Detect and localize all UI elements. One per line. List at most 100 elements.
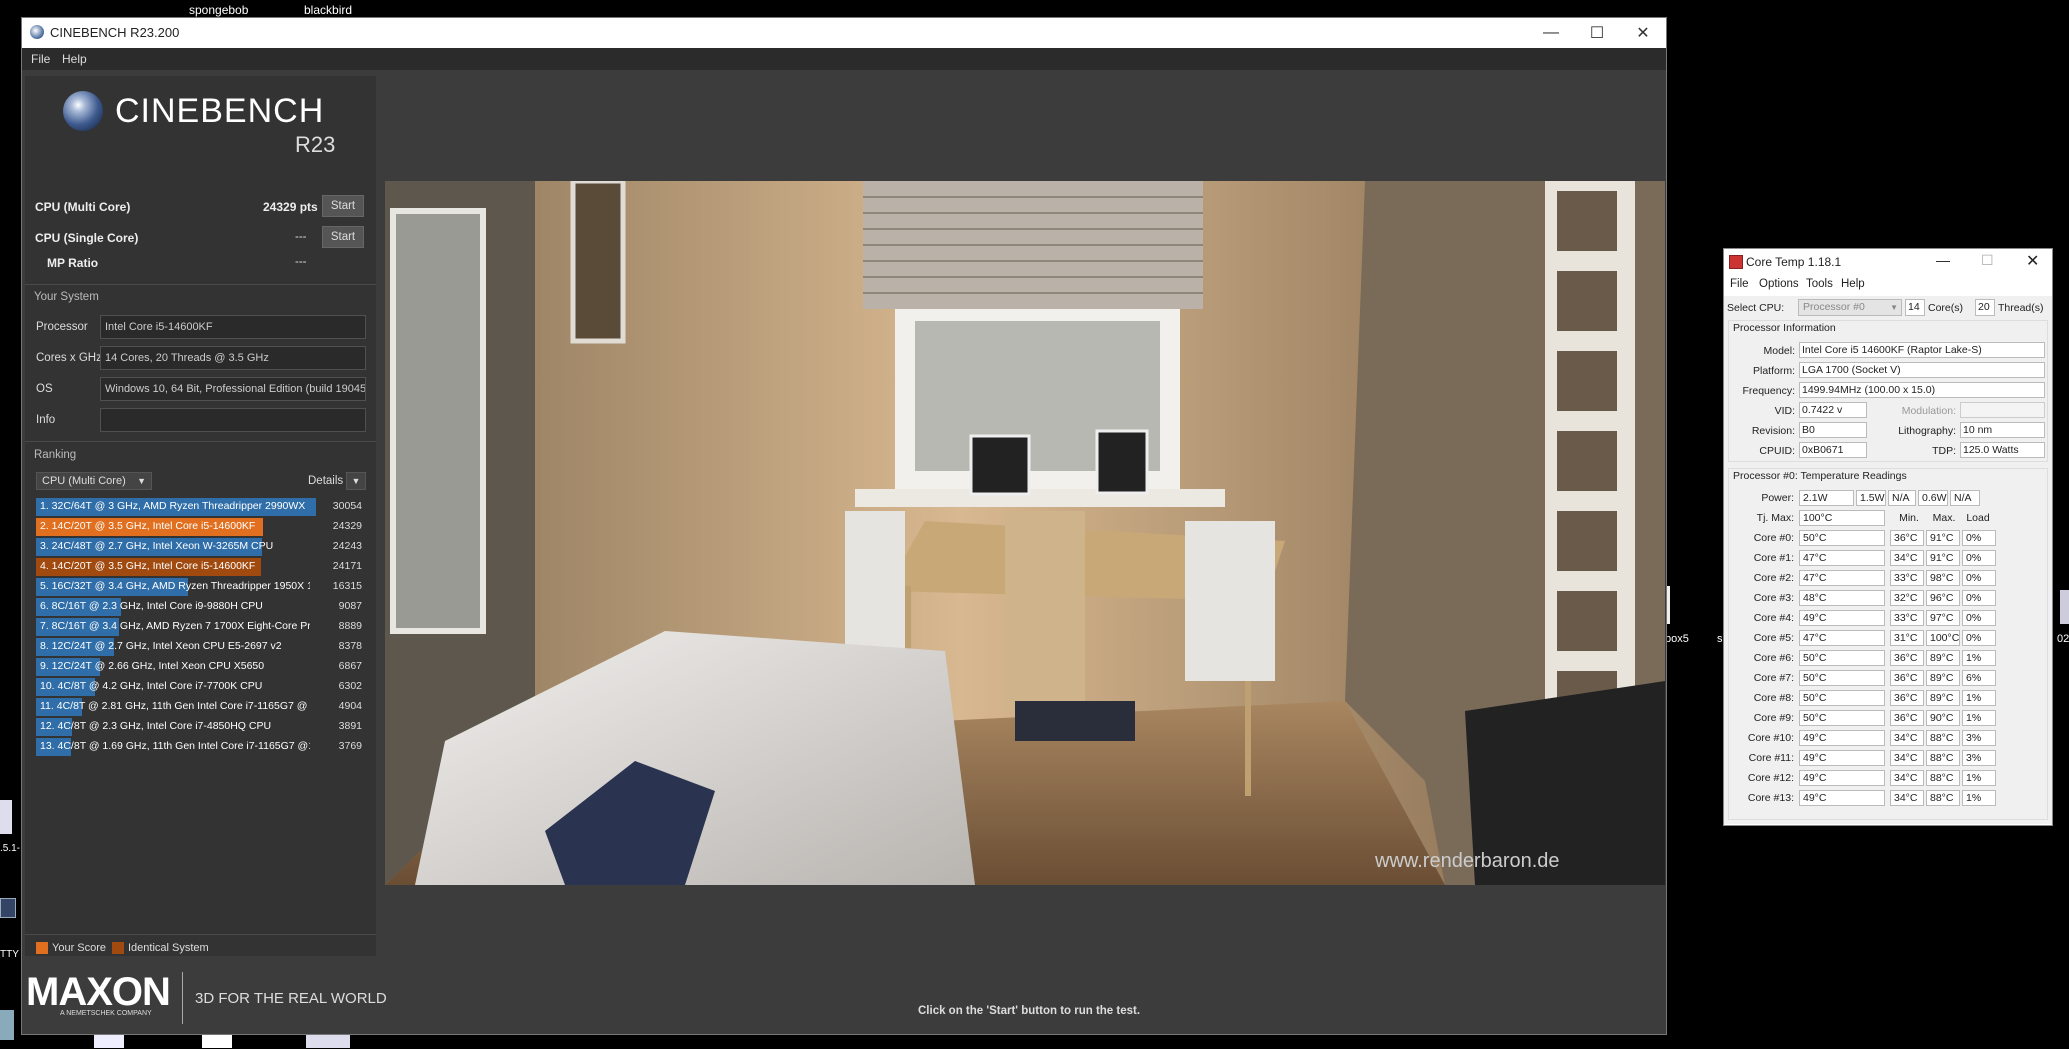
core-min: 34°C [1890, 550, 1924, 566]
ranking-label: 2. 14C/20T @ 3.5 GHz, Intel Core i5-1460… [40, 520, 256, 532]
test-multi-score: 24329 pts [263, 200, 318, 214]
ranking-row[interactable]: 1. 32C/64T @ 3 GHz, AMD Ryzen Threadripp… [36, 498, 362, 516]
core-temp: 49°C [1799, 790, 1885, 806]
ranking-row[interactable]: 3. 24C/48T @ 2.7 GHz, Intel Xeon W-3265M… [36, 538, 362, 556]
tdp-label: TDP: [1932, 445, 1956, 457]
power-value: N/A [1950, 490, 1980, 506]
close-button[interactable]: ✕ [2026, 251, 2039, 271]
select-cpu-dropdown[interactable]: Processor #0 ▼ [1798, 299, 1902, 316]
core-load: 0% [1962, 570, 1996, 586]
coretemp-body: Select CPU: Processor #0 ▼ 14 Core(s) 20 … [1724, 296, 2052, 824]
menu-options[interactable]: Options [1759, 278, 1799, 290]
desktop-icon-blackbird[interactable]: blackbird [304, 3, 352, 17]
info-field[interactable] [100, 408, 366, 432]
select-cpu-value: Processor #0 [1803, 301, 1865, 313]
coretemp-titlebar[interactable]: Core Temp 1.18.1 — ☐ ✕ [1724, 249, 2052, 275]
ranking-row[interactable]: 9. 12C/24T @ 2.66 GHz, Intel Xeon CPU X5… [36, 658, 362, 676]
core-max: 89°C [1926, 690, 1960, 706]
core-min: 33°C [1890, 610, 1924, 626]
processor-label: Processor [36, 321, 88, 333]
core-max: 97°C [1926, 610, 1960, 626]
ranking-label: 5. 16C/32T @ 3.4 GHz, AMD Ryzen Threadri… [40, 580, 310, 592]
minimize-button[interactable]: — [1528, 18, 1574, 48]
putty-icon[interactable] [0, 898, 16, 918]
ranking-score: 9087 [338, 600, 362, 612]
legend-identical-swatch [112, 942, 124, 954]
tdp-value: 125.0 Watts [1960, 442, 2045, 458]
menu-help[interactable]: Help [1841, 278, 1865, 290]
maximize-button[interactable]: ☐ [1981, 252, 1994, 269]
desktop-icon-spongebob[interactable]: spongebob [189, 3, 248, 17]
ranking-row[interactable]: 8. 12C/24T @ 2.7 GHz, Intel Xeon CPU E5-… [36, 638, 362, 656]
ranking-label: 11. 4C/8T @ 2.81 GHz, 11th Gen Intel Cor… [40, 700, 310, 712]
temperature-row: Core #8: 50°C 36°C 89°C 1% [1724, 688, 2052, 708]
core-temp: 50°C [1799, 530, 1885, 546]
maxon-logo: MAXON [26, 970, 171, 1014]
ranking-label: 13. 4C/8T @ 1.69 GHz, 11th Gen Intel Cor… [40, 740, 310, 752]
ranking-row[interactable]: 12. 4C/8T @ 2.3 GHz, Intel Core i7-4850H… [36, 718, 362, 736]
core-label: Core #9: [1753, 712, 1794, 724]
ranking-row[interactable]: 13. 4C/8T @ 1.69 GHz, 11th Gen Intel Cor… [36, 738, 362, 756]
ranking-row[interactable]: 10. 4C/8T @ 4.2 GHz, Intel Core i7-7700K… [36, 678, 362, 696]
ranking-select[interactable]: CPU (Multi Core) ▼ [36, 472, 152, 490]
details-label: Details [308, 475, 344, 487]
core-min: 36°C [1890, 710, 1924, 726]
core-load: 0% [1962, 630, 1996, 646]
maxon-tagline: 3D FOR THE REAL WORLD [195, 990, 387, 1007]
menu-file[interactable]: File [31, 52, 50, 66]
column-max: Max. [1932, 512, 1956, 524]
ranking-row[interactable]: 7. 8C/16T @ 3.4 GHz, AMD Ryzen 7 1700X E… [36, 618, 362, 636]
desktop-file-icon[interactable] [0, 800, 12, 834]
desktop-file-icon[interactable] [2060, 590, 2069, 624]
core-max: 91°C [1926, 530, 1960, 546]
ranking-row[interactable]: 2. 14C/20T @ 3.5 GHz, Intel Core i5-1460… [36, 518, 362, 536]
start-single-button[interactable]: Start [322, 226, 364, 248]
revision-label: Revision: [1751, 425, 1795, 437]
core-label: Core #11: [1748, 752, 1794, 764]
cinebench-titlebar[interactable]: CINEBENCH R23.200 — ☐ ✕ [22, 18, 1666, 48]
temperature-row: Core #5: 47°C 31°C 100°C 0% [1724, 628, 2052, 648]
coretemp-window: Core Temp 1.18.1 — ☐ ✕ File Options Tool… [1723, 248, 2053, 826]
coretemp-app-icon [1729, 255, 1743, 269]
start-multi-button[interactable]: Start [322, 195, 364, 217]
close-button[interactable]: ✕ [1620, 18, 1666, 48]
ranking-score: 16315 [332, 580, 362, 592]
ranking-label: 4. 14C/20T @ 3.5 GHz, Intel Core i5-1460… [40, 560, 256, 572]
ranking-list: 1. 32C/64T @ 3 GHz, AMD Ryzen Threadripp… [36, 498, 362, 756]
ranking-row[interactable]: 5. 16C/32T @ 3.4 GHz, AMD Ryzen Threadri… [36, 578, 362, 596]
desktop-label: TTY [0, 949, 19, 960]
ranking-label: 6. 8C/16T @ 2.3 GHz, Intel Core i9-9880H… [40, 600, 263, 612]
core-temp: 50°C [1799, 710, 1885, 726]
menu-file[interactable]: File [1730, 278, 1749, 290]
maximize-button[interactable]: ☐ [1574, 18, 1620, 48]
cpuid-value: 0xB0671 [1799, 442, 1867, 458]
core-temp: 49°C [1799, 750, 1885, 766]
cinebench-logo-icon [63, 91, 103, 131]
divider [182, 972, 183, 1024]
desktop-label: 02 [2057, 633, 2069, 645]
core-max: 89°C [1926, 650, 1960, 666]
ranking-row[interactable]: 4. 14C/20T @ 3.5 GHz, Intel Core i5-1460… [36, 558, 362, 576]
cores-label: Cores x GHz [36, 352, 102, 364]
legend-your-score-swatch [36, 942, 48, 954]
ranking-row[interactable]: 6. 8C/16T @ 2.3 GHz, Intel Core i9-9880H… [36, 598, 362, 616]
core-label: Core #5: [1753, 632, 1794, 644]
threads-count: 20 [1975, 299, 1995, 316]
ranking-score: 6302 [338, 680, 362, 692]
core-max: 90°C [1926, 710, 1960, 726]
ranking-label: 7. 8C/16T @ 3.4 GHz, AMD Ryzen 7 1700X E… [40, 620, 310, 632]
column-load: Load [1966, 512, 1990, 524]
menu-help[interactable]: Help [62, 52, 87, 66]
minimize-button[interactable]: — [1936, 252, 1950, 268]
vid-value: 0.7422 v [1799, 402, 1867, 418]
core-label: Core #1: [1753, 552, 1794, 564]
menu-tools[interactable]: Tools [1806, 278, 1833, 290]
core-max: 89°C [1926, 670, 1960, 686]
divider [25, 441, 376, 442]
ranking-row[interactable]: 11. 4C/8T @ 2.81 GHz, 11th Gen Intel Cor… [36, 698, 362, 716]
core-temp: 48°C [1799, 590, 1885, 606]
details-dropdown-button[interactable]: ▼ [346, 472, 366, 490]
tj-max-label: Tj. Max: [1756, 512, 1794, 524]
core-max: 100°C [1926, 630, 1960, 646]
desktop-file-icon[interactable] [0, 1010, 14, 1040]
